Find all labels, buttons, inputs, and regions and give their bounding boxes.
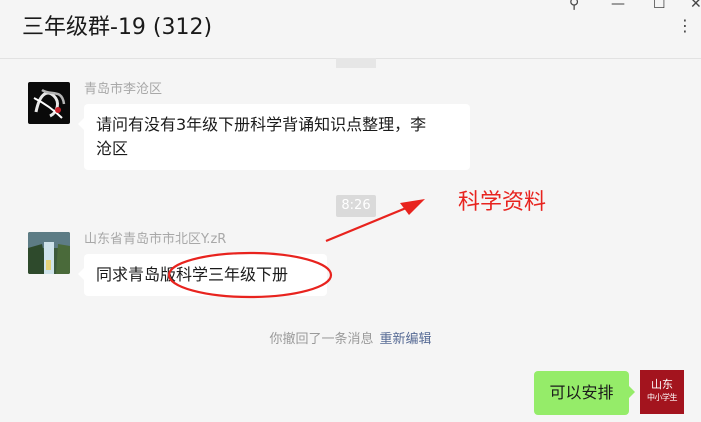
annotation-label: 科学资料 — [458, 190, 547, 215]
self-avatar[interactable]: 山东 中小学生 — [640, 370, 684, 414]
outgoing-message-text: 可以安排 — [549, 383, 614, 402]
annotation-arrow-head — [400, 199, 425, 215]
recall-text: 你撤回了一条消息 — [269, 332, 374, 347]
close-icon[interactable]: ✕ — [690, 0, 701, 12]
message-bubble[interactable]: 请问有没有3年级下册科学背诵知识点整理，李 沧区 — [78, 104, 470, 170]
minimize-icon[interactable]: — — [611, 0, 625, 12]
outgoing-message-bubble[interactable]: 可以安排 — [534, 371, 635, 415]
avatar-label-line1: 山东 — [651, 378, 673, 391]
maximize-icon[interactable]: ☐ — [653, 0, 666, 12]
message-text-line: 沧区 — [96, 139, 129, 158]
message-text: 同求青岛版科学三年级下册 — [96, 265, 289, 284]
avatar[interactable] — [28, 232, 70, 274]
message-bubble[interactable]: 同求青岛版科学三年级下册 — [78, 254, 327, 296]
sender-name: 山东省青岛市市北区Y.zR — [84, 232, 227, 247]
time-divider: 8:26 — [336, 195, 376, 217]
chat-titlebar: 三年级群-19 (312) ⚲ — ☐ ✕ ⋮ — [0, 0, 701, 59]
recall-notice: 你撤回了一条消息 重新编辑 — [0, 328, 701, 347]
chat-title: 三年级群-19 (312) — [22, 15, 213, 40]
dark-calligraphy-avatar-icon — [28, 82, 70, 124]
message-text-line: 请问有没有3年级下册科学背诵知识点整理，李 — [96, 115, 427, 134]
sender-name: 青岛市李沧区 — [84, 82, 163, 97]
waterfall-photo-avatar-icon — [28, 232, 70, 274]
more-options-icon[interactable]: ⋮ — [677, 18, 695, 34]
avatar[interactable] — [28, 82, 70, 124]
scroll-indicator — [336, 58, 376, 68]
avatar-label-line2: 中小学生 — [647, 393, 678, 402]
pin-icon[interactable]: ⚲ — [569, 0, 579, 12]
re-edit-link[interactable]: 重新编辑 — [380, 332, 432, 347]
